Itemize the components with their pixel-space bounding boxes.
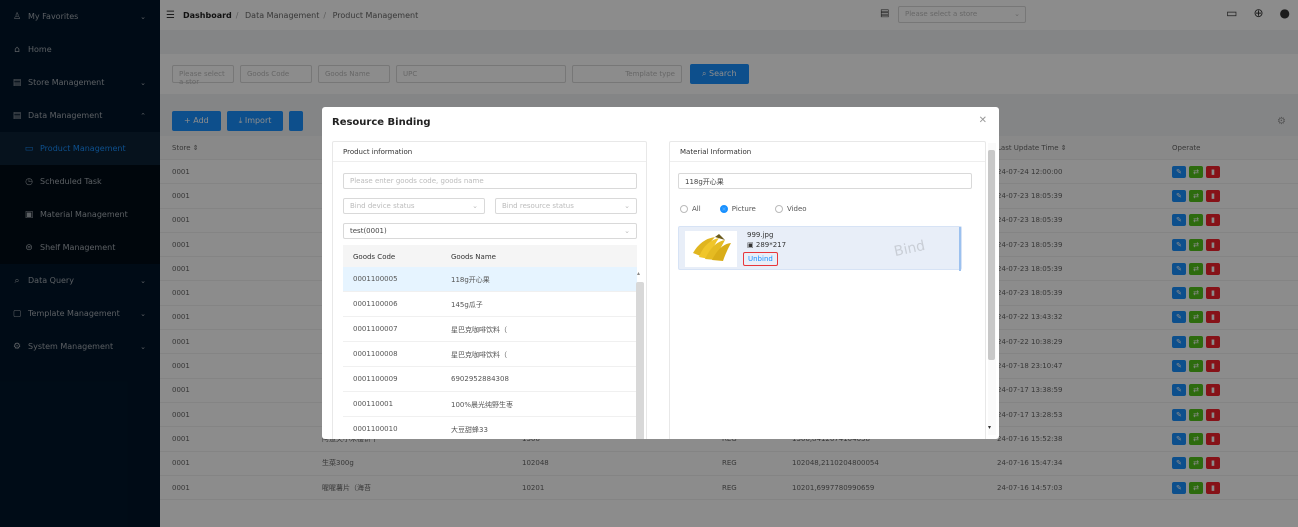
goods-name: 大豆甜蜂33 xyxy=(451,426,488,434)
filter-picture-radio[interactable]: Picture xyxy=(719,205,756,213)
material-information-panel: Material Information 118g开心果 All Picture… xyxy=(669,141,986,439)
resource-binding-modal: Resource Binding ✕ Product information P… xyxy=(322,107,999,439)
goods-name: 118g开心果 xyxy=(451,276,490,284)
store-dropdown-value: test(0001) xyxy=(350,227,387,235)
goods-scrollbar[interactable] xyxy=(636,282,644,439)
chevron-down-icon: ⌄ xyxy=(624,202,630,210)
scroll-down-icon[interactable]: ▾ xyxy=(988,424,991,431)
chevron-down-icon: ⌄ xyxy=(472,202,478,210)
store-dropdown[interactable]: test(0001) ⌄ xyxy=(343,223,637,239)
goods-code: 0001100010 xyxy=(353,425,398,433)
goods-row[interactable]: 0001100007 星巴克咖啡饮料（ xyxy=(343,317,637,342)
radio-circle-checked xyxy=(719,205,728,213)
material-file-size-value: 289*217 xyxy=(755,241,787,249)
goods-row[interactable]: 0001100006 145g瓜子 xyxy=(343,292,637,317)
material-file-name: 999.jpg xyxy=(747,231,774,239)
image-size-icon: ▣ xyxy=(747,241,754,249)
material-panel-title: Material Information xyxy=(670,142,985,162)
product-information-panel: Product information Please enter goods c… xyxy=(332,141,647,439)
resource-status-placeholder: Bind resource status xyxy=(502,202,574,210)
unbind-link[interactable]: Unbind xyxy=(743,252,778,266)
goods-code: 0001100006 xyxy=(353,300,398,308)
chevron-down-icon: ⌄ xyxy=(624,227,630,235)
goods-code: 000110001 xyxy=(353,400,394,408)
resource-status-select[interactable]: Bind resource status ⌄ xyxy=(495,198,637,214)
radio-circle xyxy=(680,205,688,213)
device-status-select[interactable]: Bind device status ⌄ xyxy=(343,198,485,214)
goods-row[interactable]: 0001100010 大豆甜蜂33 xyxy=(343,417,637,439)
close-icon[interactable]: ✕ xyxy=(979,115,987,126)
goods-name: 6902952884308 xyxy=(451,375,509,383)
goods-row[interactable]: 0001100005 118g开心果 xyxy=(343,267,637,292)
goods-row[interactable]: 0001100008 星巴克咖啡饮料（ xyxy=(343,342,637,367)
device-status-placeholder: Bind device status xyxy=(350,202,415,210)
filter-all-label: All xyxy=(692,205,701,213)
goods-search-input[interactable]: Please enter goods code, goods name xyxy=(343,173,637,189)
goods-name: 145g瓜子 xyxy=(451,301,483,309)
product-panel-title: Product information xyxy=(333,142,646,162)
goods-row[interactable]: 000110001 100%晨光纯野生枣 xyxy=(343,392,637,417)
banana-thumbnail xyxy=(685,231,737,267)
goods-name: 星巴克咖啡饮料（ xyxy=(451,326,507,334)
filter-video-radio[interactable]: Video xyxy=(774,205,807,213)
goods-row[interactable]: 0001100009 6902952884308 xyxy=(343,367,637,392)
goods-table-header: Goods Code Goods Name xyxy=(343,245,637,267)
filter-video-label: Video xyxy=(786,205,807,213)
filter-picture-label: Picture xyxy=(731,205,756,213)
goods-name: 100%晨光纯野生枣 xyxy=(451,401,514,409)
modal-title: Resource Binding xyxy=(332,117,431,128)
material-card[interactable]: 999.jpg ▣ 289*217 Unbind Bind xyxy=(678,226,962,271)
media-type-filter: All Picture Video xyxy=(680,198,821,217)
goods-code: 0001100009 xyxy=(353,375,398,383)
goods-code: 0001100008 xyxy=(353,350,398,358)
bind-watermark: Bind xyxy=(892,237,927,261)
col-goods-name: Goods Name xyxy=(451,253,496,261)
col-goods-code: Goods Code xyxy=(353,253,396,261)
material-file-size: ▣ 289*217 xyxy=(747,241,786,249)
material-search-input[interactable]: 118g开心果 xyxy=(678,173,972,189)
scroll-up-icon[interactable]: ▴ xyxy=(637,270,640,277)
filter-all-radio[interactable]: All xyxy=(680,205,701,213)
modal-scrollbar-thumb[interactable] xyxy=(988,150,995,360)
goods-name: 星巴克咖啡饮料（ xyxy=(451,351,507,359)
goods-code: 0001100007 xyxy=(353,325,398,333)
radio-circle xyxy=(774,205,783,213)
goods-code: 0001100005 xyxy=(353,275,398,283)
material-card-border xyxy=(959,227,961,271)
